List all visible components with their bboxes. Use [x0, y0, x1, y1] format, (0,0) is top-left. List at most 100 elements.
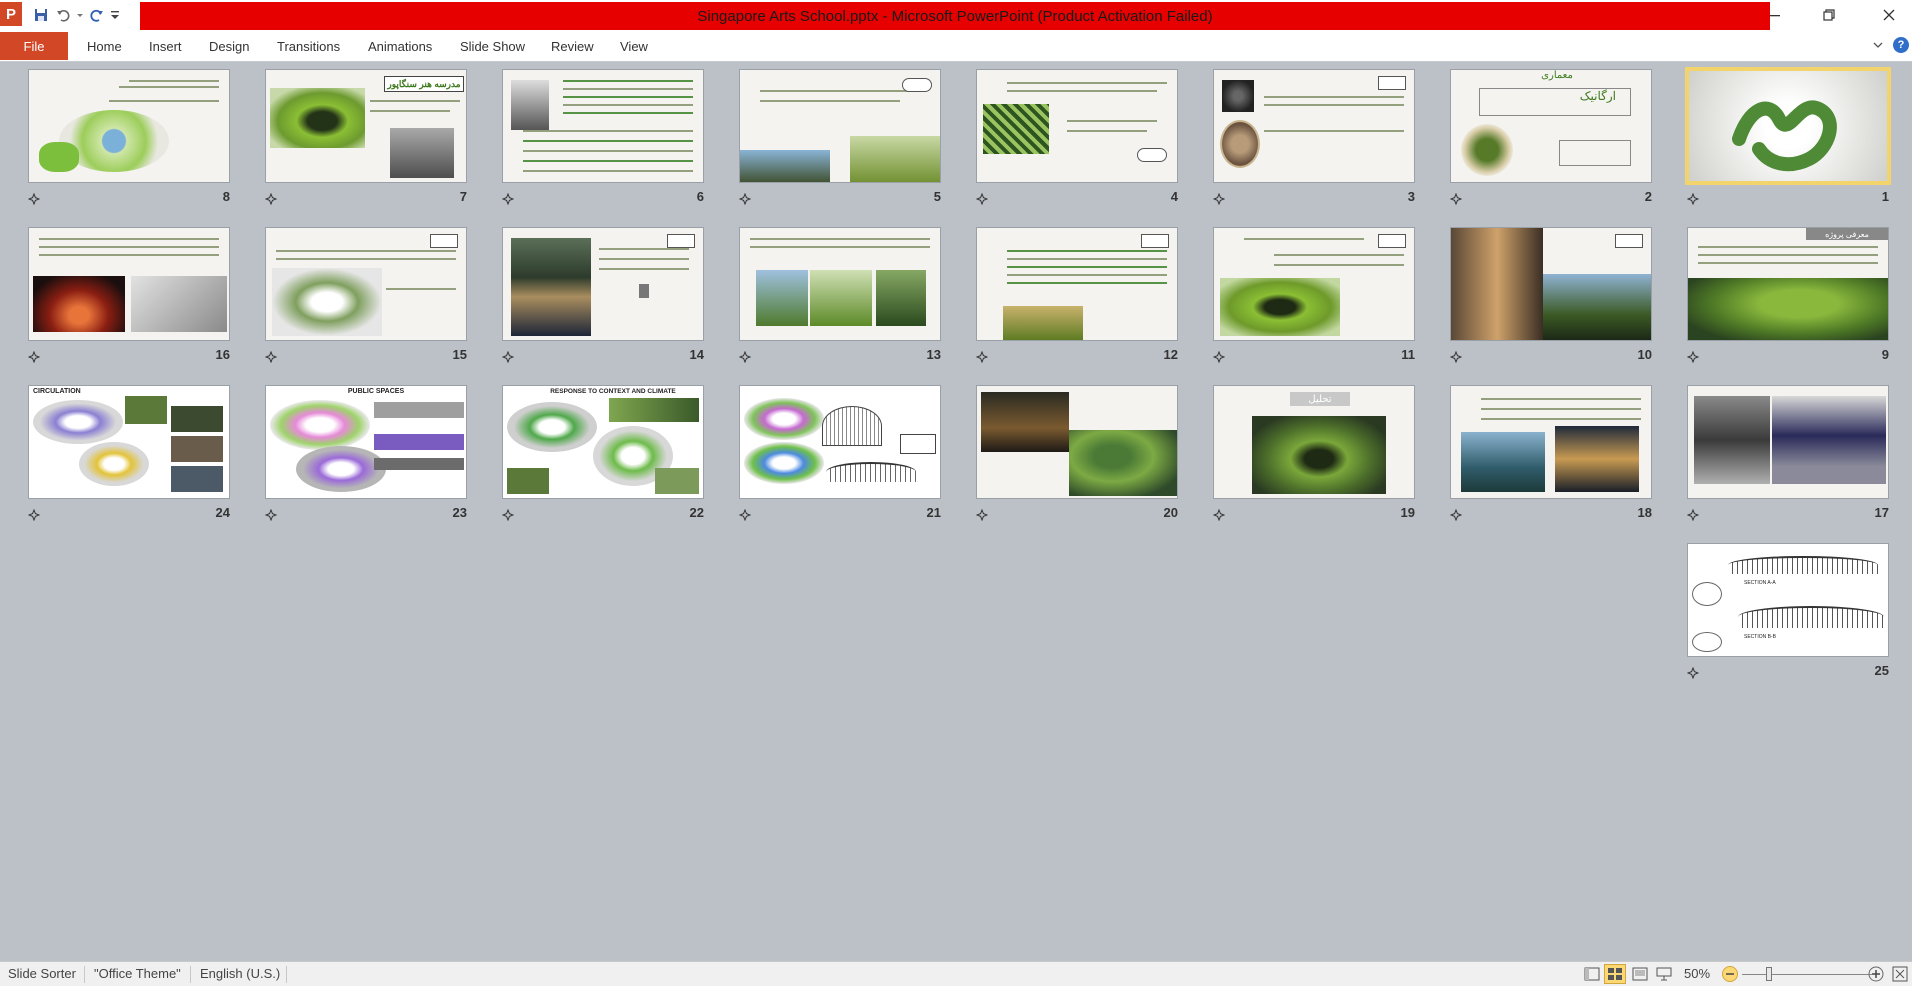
slide-thumbnail-8[interactable]: 8 — [24, 63, 236, 213]
slide-preview[interactable] — [739, 227, 941, 341]
slide-preview[interactable] — [502, 227, 704, 341]
tab-slide-show[interactable]: Slide Show — [460, 32, 525, 60]
slide-thumbnail-9[interactable]: معرفی پروژه 9 — [1683, 221, 1895, 371]
powerpoint-window: P Singapore Arts School.pptx - Microsoft… — [0, 0, 1912, 986]
slide-preview[interactable]: SECTION A-A SECTION B-B — [1687, 543, 1889, 657]
slide-preview[interactable]: معرفی پروژه — [1687, 227, 1889, 341]
slide-thumbnail-5[interactable]: 5 — [735, 63, 947, 213]
slide-preview[interactable] — [1450, 227, 1652, 341]
slide-preview[interactable] — [976, 69, 1178, 183]
slide-thumbnail-20[interactable]: 20 — [972, 379, 1184, 529]
title-bar: P Singapore Arts School.pptx - Microsoft… — [0, 0, 1912, 30]
transition-icon — [1449, 508, 1463, 522]
slide-thumbnail-17[interactable]: 17 — [1683, 379, 1895, 529]
slide-thumbnail-2[interactable]: معماری ارگانیک 2 — [1446, 63, 1658, 213]
tab-transitions[interactable]: Transitions — [277, 32, 340, 60]
slide-number: 8 — [222, 189, 230, 204]
slide-preview[interactable] — [1450, 385, 1652, 499]
ribbon-tabs: File Home Insert Design Transitions Anim… — [0, 30, 1912, 62]
slide-thumbnail-12[interactable]: 12 — [972, 221, 1184, 371]
slide-sorter-view-icon[interactable] — [1604, 964, 1626, 984]
slide-number: 21 — [926, 505, 941, 520]
slide-number: 18 — [1637, 505, 1652, 520]
tab-file[interactable]: File — [0, 32, 68, 60]
status-theme[interactable]: "Office Theme" — [94, 966, 181, 981]
tab-animations[interactable]: Animations — [368, 32, 432, 60]
slide-thumbnail-14[interactable]: 14 — [498, 221, 710, 371]
slide-number: 20 — [1163, 505, 1178, 520]
slide-thumbnail-24[interactable]: CIRCULATION 24 — [24, 379, 236, 529]
slide-preview[interactable] — [976, 385, 1178, 499]
slide-thumbnail-6[interactable]: 6 — [498, 63, 710, 213]
slide-preview[interactable]: PUBLIC SPACES — [265, 385, 467, 499]
slide-number: 11 — [1401, 347, 1415, 362]
slide-preview[interactable] — [1687, 385, 1889, 499]
zoom-out-button[interactable] — [1722, 966, 1738, 982]
slide-thumbnail-1[interactable]: 1 — [1683, 63, 1895, 213]
tab-review[interactable]: Review — [551, 32, 594, 60]
slide-preview[interactable] — [739, 69, 941, 183]
slide-preview[interactable] — [502, 69, 704, 183]
help-icon[interactable]: ? — [1893, 37, 1909, 53]
status-language[interactable]: English (U.S.) — [200, 966, 280, 981]
slide-preview[interactable] — [265, 227, 467, 341]
slide-preview[interactable]: RESPONSE TO CONTEXT AND CLIMATE — [502, 385, 704, 499]
slide-thumbnail-7[interactable]: مدرسه هنر سنگاپور 7 — [261, 63, 473, 213]
slide-thumbnail-19[interactable]: تحلیل 19 — [1209, 379, 1421, 529]
undo-dropdown-icon[interactable] — [74, 4, 86, 26]
slide-sorter-area[interactable]: 8 مدرسه هنر سنگاپور 7 6 5 4 3 معماری ارگ… — [0, 63, 1912, 961]
slide-preview[interactable]: معماری ارگانیک — [1450, 69, 1652, 183]
slide-number: 23 — [452, 505, 467, 520]
slide-show-view-icon[interactable] — [1656, 966, 1672, 985]
powerpoint-app-icon[interactable]: P — [0, 2, 22, 26]
slide-number: 5 — [933, 189, 941, 204]
redo-icon[interactable] — [86, 4, 108, 26]
slide-preview[interactable] — [739, 385, 941, 499]
slide-preview[interactable] — [28, 227, 230, 341]
slide-preview[interactable]: CIRCULATION — [28, 385, 230, 499]
slide-preview[interactable]: تحلیل — [1213, 385, 1415, 499]
transition-icon — [1449, 192, 1463, 206]
slide-thumbnail-15[interactable]: 15 — [261, 221, 473, 371]
restore-icon[interactable] — [1806, 0, 1852, 30]
slide-number: 10 — [1637, 347, 1652, 362]
status-bar: Slide Sorter "Office Theme" English (U.S… — [0, 961, 1912, 986]
minimize-icon[interactable] — [1752, 0, 1798, 30]
undo-icon[interactable] — [52, 4, 74, 26]
tab-design[interactable]: Design — [209, 32, 249, 60]
slide-preview[interactable] — [1213, 69, 1415, 183]
tab-insert[interactable]: Insert — [149, 32, 182, 60]
customize-qat-icon[interactable] — [108, 4, 122, 26]
save-icon[interactable] — [30, 4, 52, 26]
reading-view-icon[interactable] — [1632, 967, 1648, 984]
slide-preview-selected[interactable] — [1685, 67, 1891, 185]
tab-view[interactable]: View — [620, 32, 648, 60]
slide-thumbnail-23[interactable]: PUBLIC SPACES 23 — [261, 379, 473, 529]
zoom-slider-thumb[interactable] — [1766, 967, 1772, 981]
slide-preview[interactable] — [28, 69, 230, 183]
slide-number: 6 — [696, 189, 704, 204]
slide-thumbnail-16[interactable]: 16 — [24, 221, 236, 371]
slide-preview[interactable] — [976, 227, 1178, 341]
slide-preview[interactable]: مدرسه هنر سنگاپور — [265, 69, 467, 183]
slide-preview[interactable] — [1213, 227, 1415, 341]
zoom-in-icon[interactable] — [1868, 966, 1884, 985]
slide-thumbnail-10[interactable]: 10 — [1446, 221, 1658, 371]
slide-thumbnail-11[interactable]: 11 — [1209, 221, 1421, 371]
minimize-ribbon-icon[interactable] — [1872, 38, 1884, 56]
slide-thumbnail-22[interactable]: RESPONSE TO CONTEXT AND CLIMATE 22 — [498, 379, 710, 529]
zoom-level[interactable]: 50% — [1684, 966, 1710, 981]
slide-thumbnail-25[interactable]: SECTION A-A SECTION B-B 25 — [1683, 537, 1895, 687]
close-icon[interactable] — [1866, 0, 1912, 30]
slide-thumbnail-13[interactable]: 13 — [735, 221, 947, 371]
slide-label: PUBLIC SPACES — [347, 388, 405, 395]
slide-thumbnail-4[interactable]: 4 — [972, 63, 1184, 213]
normal-view-icon[interactable] — [1584, 967, 1600, 984]
zoom-slider-track[interactable] — [1742, 974, 1872, 975]
transition-icon — [1686, 192, 1700, 206]
slide-thumbnail-18[interactable]: 18 — [1446, 379, 1658, 529]
fit-to-window-icon[interactable] — [1892, 966, 1908, 985]
slide-thumbnail-3[interactable]: 3 — [1209, 63, 1421, 213]
tab-home[interactable]: Home — [87, 32, 122, 60]
slide-thumbnail-21[interactable]: 21 — [735, 379, 947, 529]
